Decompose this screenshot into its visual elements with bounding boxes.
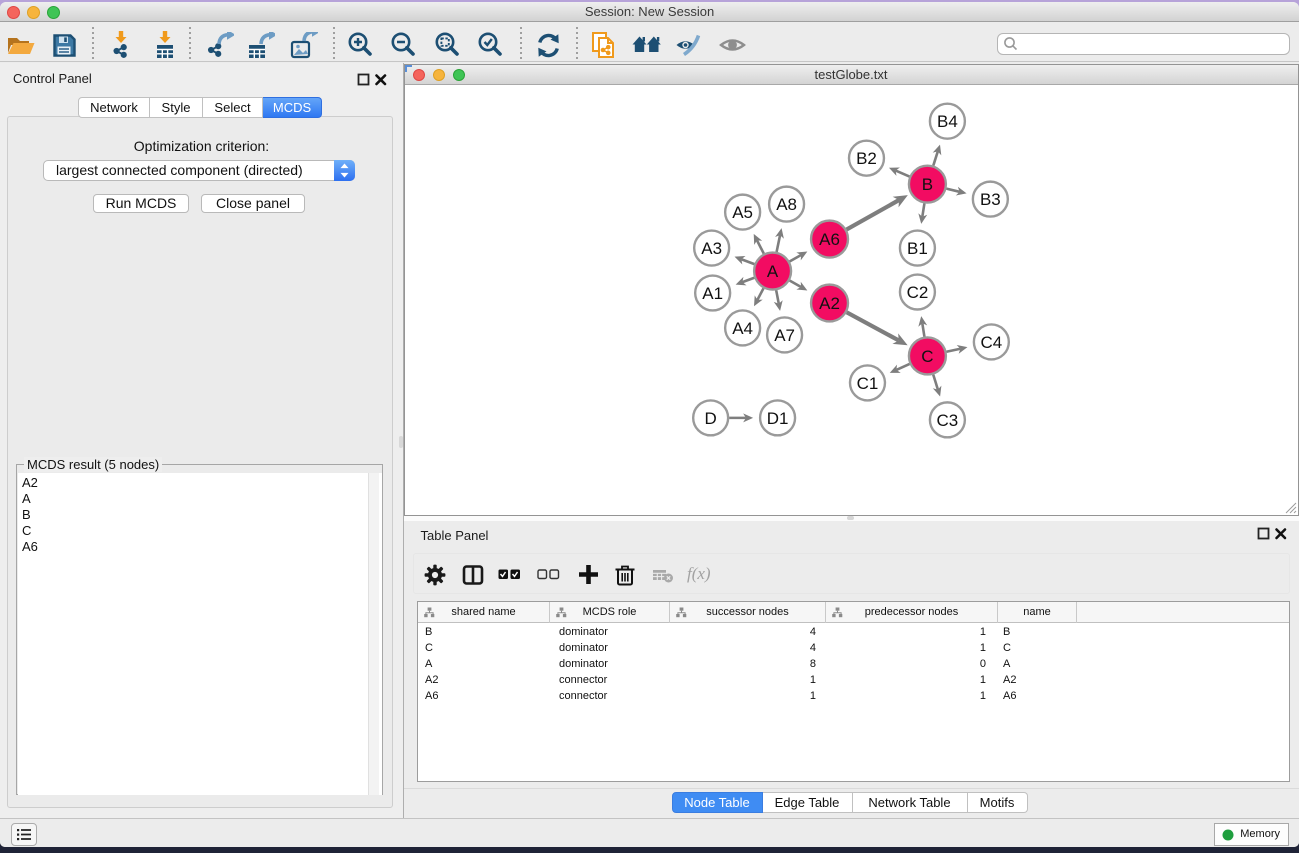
svg-text:A3: A3 [701,239,722,258]
svg-text:D1: D1 [766,409,788,428]
svg-text:C: C [921,347,933,366]
svg-text:A6: A6 [819,230,840,249]
svg-text:B3: B3 [979,190,1000,209]
svg-text:C3: C3 [936,411,958,430]
svg-text:A4: A4 [732,319,753,338]
svg-text:A1: A1 [702,284,723,303]
svg-text:C2: C2 [906,283,928,302]
svg-text:A5: A5 [732,203,753,222]
svg-text:A2: A2 [819,294,840,313]
svg-text:D: D [704,409,716,428]
svg-text:B2: B2 [856,149,877,168]
svg-text:B4: B4 [937,112,958,131]
svg-text:C4: C4 [980,333,1002,352]
svg-text:B1: B1 [907,239,928,258]
svg-text:C1: C1 [856,374,878,393]
svg-text:A: A [766,262,778,281]
svg-text:A8: A8 [776,195,797,214]
svg-text:B: B [921,175,932,194]
svg-text:A7: A7 [774,326,795,345]
